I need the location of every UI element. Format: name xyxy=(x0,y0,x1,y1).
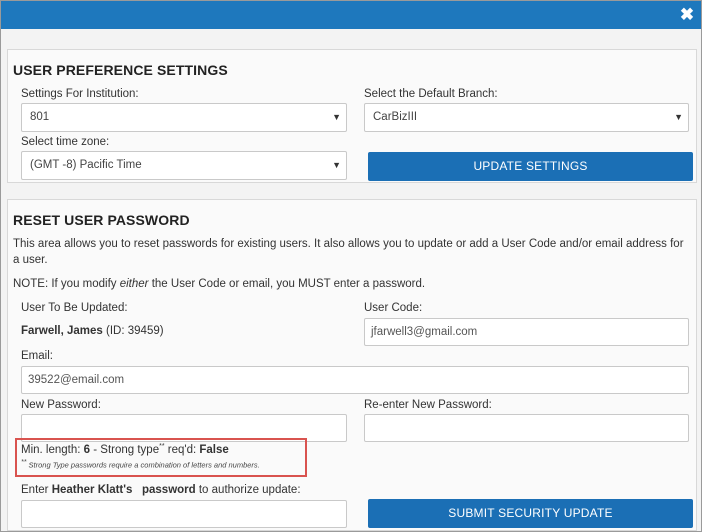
password-rules: Min. length: 6 - Strong type** req'd: Fa… xyxy=(21,443,229,456)
branch-value: CarBizIII xyxy=(373,111,418,123)
reenter-password-label: Re-enter New Password: xyxy=(364,399,492,411)
reset-title: RESET USER PASSWORD xyxy=(13,212,190,228)
email-input[interactable]: 39522@email.com xyxy=(21,366,689,394)
reset-password-panel: RESET USER PASSWORD This area allows you… xyxy=(7,199,697,531)
institution-label: Settings For Institution: xyxy=(21,88,139,100)
branch-label: Select the Default Branch: xyxy=(364,88,498,100)
authorize-label: Enter Heather Klatt's password to author… xyxy=(21,484,301,496)
submit-security-update-button[interactable]: SUBMIT SECURITY UPDATE xyxy=(368,499,693,528)
user-code-input[interactable]: jfarwell3@gmail.com xyxy=(364,318,689,346)
user-to-update-value: Farwell, James (ID: 39459) xyxy=(21,325,164,337)
title-bar: ✖ xyxy=(1,1,701,29)
reset-description: This area allows you to reset passwords … xyxy=(13,238,684,266)
user-to-update-label: User To Be Updated: xyxy=(21,302,128,314)
reenter-password-input[interactable] xyxy=(364,414,689,442)
chevron-down-icon: ▼ xyxy=(332,160,341,170)
reset-note: NOTE: If you modify either the User Code… xyxy=(13,278,426,290)
update-settings-button[interactable]: UPDATE SETTINGS xyxy=(368,152,693,181)
timezone-value: (GMT -8) Pacific Time xyxy=(30,159,142,171)
close-icon[interactable]: ✖ xyxy=(677,5,697,25)
email-label: Email: xyxy=(21,350,53,362)
institution-value: 801 xyxy=(30,111,50,123)
dialog-window: ✖ USER PREFERENCE SETTINGS Settings For … xyxy=(0,0,702,532)
user-code-label: User Code: xyxy=(364,302,423,314)
timezone-select[interactable]: (GMT -8) Pacific Time ▼ xyxy=(21,151,347,180)
chevron-down-icon: ▼ xyxy=(332,112,341,122)
institution-select[interactable]: 801 ▼ xyxy=(21,103,347,132)
branch-select[interactable]: CarBizIII ▼ xyxy=(364,103,689,132)
user-preference-panel: USER PREFERENCE SETTINGS Settings For In… xyxy=(7,49,697,183)
timezone-label: Select time zone: xyxy=(21,136,110,148)
new-password-label: New Password: xyxy=(21,399,101,411)
chevron-down-icon: ▼ xyxy=(674,112,683,122)
authorize-password-input[interactable] xyxy=(21,500,347,528)
strong-type-note: ** Strong Type passwords require a combi… xyxy=(21,459,260,470)
preference-title: USER PREFERENCE SETTINGS xyxy=(13,62,228,78)
